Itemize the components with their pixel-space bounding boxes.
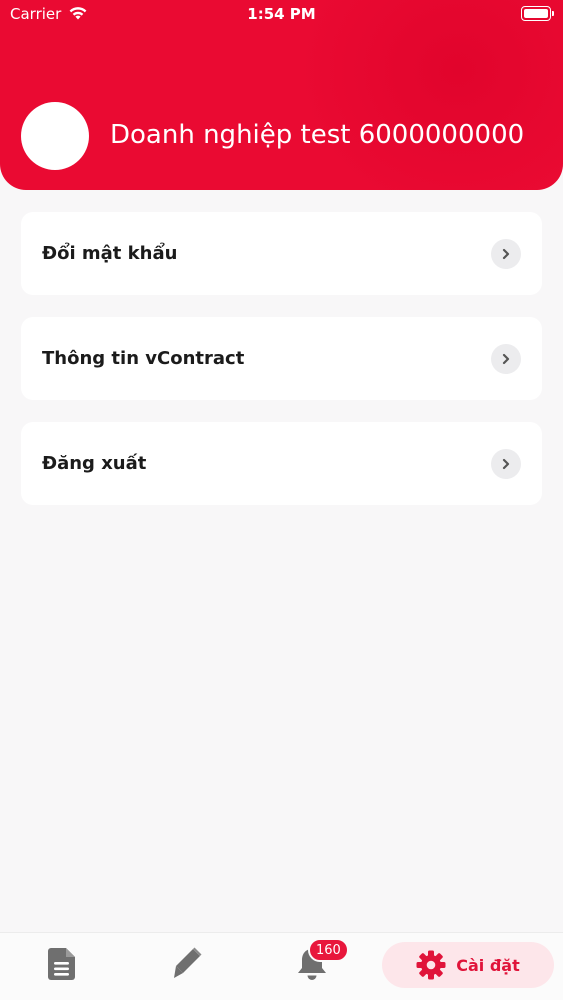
pen-icon [174, 947, 202, 978]
status-bar: Carrier 1:54 PM [0, 0, 563, 30]
notification-badge: 160 [308, 938, 349, 962]
clock: 1:54 PM [247, 5, 316, 23]
avatar[interactable] [21, 102, 89, 170]
document-icon [48, 948, 75, 980]
settings-menu: Đổi mật khẩu Thông tin vContract Đăng xu… [21, 212, 542, 527]
tab-settings-label: Cài đặt [456, 955, 520, 975]
vcontract-info-item[interactable]: Thông tin vContract [21, 317, 542, 400]
chevron-right-icon[interactable] [491, 238, 521, 269]
company-name: Doanh nghiệp test 6000000000 [110, 120, 525, 150]
tab-bar: Cài đặt [0, 932, 563, 1000]
gear-icon [416, 950, 446, 980]
chevron-right-icon[interactable] [491, 343, 521, 374]
menu-item-label: Đăng xuất [42, 453, 147, 474]
chevron-right-icon[interactable] [491, 448, 521, 479]
change-password-item[interactable]: Đổi mật khẩu [21, 212, 542, 295]
battery-icon [521, 6, 554, 21]
profile-header: Carrier 1:54 PM Doanh nghiệp test 600000… [0, 0, 563, 190]
menu-item-label: Đổi mật khẩu [42, 243, 178, 264]
logout-item[interactable]: Đăng xuất [21, 422, 542, 505]
menu-item-label: Thông tin vContract [42, 348, 245, 369]
tab-documents[interactable] [30, 933, 94, 995]
tab-sign[interactable] [155, 933, 219, 995]
tab-settings[interactable]: Cài đặt [382, 942, 554, 988]
